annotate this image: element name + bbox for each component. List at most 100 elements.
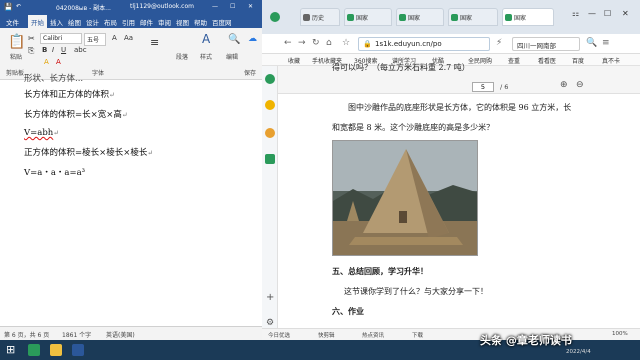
doc-line: V=abh↵: [24, 128, 60, 138]
zoom-out-icon[interactable]: ⊖: [576, 80, 584, 90]
ribbon-tabs: 文件 开始 插入 绘图 设计 布局 引用 邮件 审阅 视图 帮助 百度网: [0, 14, 262, 30]
account-email[interactable]: tlj1129@outlook.com: [130, 3, 194, 10]
word-count: 1861 个字: [62, 332, 92, 339]
home-icon[interactable]: ⌂: [326, 38, 332, 48]
doc-line: 正方体的体积=棱长×棱长×棱长↵: [24, 148, 154, 158]
refresh-icon[interactable]: ↻: [312, 38, 320, 48]
strikethrough-icon[interactable]: abc: [74, 46, 87, 54]
word-window: 💾 ↶ 042008ыв - 副本... tlj1129@outlook.com…: [0, 0, 262, 340]
url-input[interactable]: 🔒 1s1k.eduyun.cn/po: [358, 37, 490, 51]
pdf-line-partial: 得可以吗？（每立方米石料重 2.7 吨）: [332, 63, 470, 72]
font-size-select[interactable]: 五号: [84, 33, 106, 46]
cut-icon[interactable]: ✂: [28, 34, 35, 43]
tab-mailings[interactable]: 邮件: [140, 17, 153, 27]
close-button[interactable]: ✕: [248, 3, 253, 10]
status-item[interactable]: 下载: [412, 331, 423, 339]
doc-line: V=a・a・a=a³: [24, 168, 86, 178]
paste-label: 粘贴: [10, 54, 23, 61]
taskbar-word-icon[interactable]: [72, 344, 84, 356]
search-icon[interactable]: 🔍: [586, 38, 597, 48]
browser-tab[interactable]: 国家: [396, 8, 444, 26]
italic-icon[interactable]: I: [52, 46, 54, 54]
tab-layout[interactable]: 布局: [104, 17, 117, 27]
font-name-select[interactable]: Calibri: [40, 33, 82, 44]
highlight-icon[interactable]: A: [44, 58, 49, 66]
browser-close-button[interactable]: ✕: [622, 9, 629, 18]
browser-tab-bar: 历史 国家 国家 国家 国家 ⚏ — ☐ ✕: [262, 0, 640, 34]
star-icon[interactable]: ☆: [342, 38, 350, 48]
tile-button[interactable]: ⚏: [572, 9, 579, 18]
start-icon[interactable]: ⊞: [6, 343, 15, 356]
sidebar-add-icon[interactable]: +: [266, 292, 274, 303]
sidebar-browser-icon[interactable]: [265, 74, 275, 84]
page-number-input[interactable]: 5: [472, 82, 494, 92]
zoom-level[interactable]: 100%: [612, 331, 628, 337]
underline-icon[interactable]: U: [61, 46, 66, 54]
tab-insert[interactable]: 插入: [50, 17, 63, 27]
find-icon[interactable]: 🔍: [228, 34, 240, 45]
menu-icon[interactable]: ≡: [602, 38, 610, 48]
status-item[interactable]: 快剪辑: [318, 331, 335, 339]
baidu-netdisk-icon[interactable]: ☁: [248, 34, 257, 44]
lightning-icon[interactable]: ⚡: [496, 38, 502, 48]
tab-favicon: [347, 14, 354, 21]
browser-tab[interactable]: 国家: [344, 8, 392, 26]
status-item[interactable]: 热点资讯: [362, 331, 384, 339]
tab-review[interactable]: 审阅: [158, 17, 171, 27]
status-item[interactable]: 今日优选: [268, 331, 290, 339]
maximize-button[interactable]: ☐: [230, 3, 235, 10]
bold-icon[interactable]: B: [42, 46, 47, 54]
editing-label: 编辑: [226, 54, 239, 61]
tab-baidu[interactable]: 百度网: [212, 17, 232, 27]
browser-minimize-button[interactable]: —: [588, 9, 596, 18]
minimize-button[interactable]: —: [212, 3, 218, 10]
browser-sidebar: + ⚙: [262, 66, 278, 340]
language-indicator[interactable]: 英语(美国): [106, 330, 135, 339]
sidebar-weibo-icon[interactable]: [265, 128, 275, 138]
browser-tab[interactable]: 历史: [300, 8, 340, 26]
word-file-title: 042008ыв - 副本...: [56, 5, 111, 12]
sidebar-star-icon[interactable]: [265, 100, 275, 110]
bookmark-item[interactable]: 收藏: [288, 56, 300, 65]
page-total: / 6: [500, 83, 509, 91]
zoom-in-icon[interactable]: ⊕: [560, 80, 568, 90]
autosave-icon[interactable]: 💾: [4, 3, 13, 11]
tab-view[interactable]: 视图: [176, 17, 189, 27]
bookmark-item[interactable]: 看看医: [538, 56, 556, 65]
tab-help[interactable]: 帮助: [194, 17, 207, 27]
tab-draw[interactable]: 绘图: [68, 17, 81, 27]
paragraph-icon[interactable]: ≡: [150, 36, 159, 49]
bookmark-item[interactable]: 百度: [572, 56, 584, 65]
lock-icon: 🔒: [363, 40, 372, 48]
bookmark-item[interactable]: 真不卡: [602, 56, 620, 65]
paste-icon[interactable]: 📋: [8, 34, 25, 50]
bookmark-item[interactable]: 查重: [508, 56, 520, 65]
search-input[interactable]: 四川一网南部: [512, 37, 580, 51]
question-line: 图中沙雕作品的底座形状是长方体，它的体积是 96 立方米，长: [348, 103, 572, 112]
browser-tab[interactable]: 国家: [448, 8, 498, 26]
browser-tab-active[interactable]: 国家: [502, 8, 554, 26]
style-icon[interactable]: A: [202, 32, 210, 46]
grow-font-icon[interactable]: A: [112, 34, 117, 42]
font-color-icon[interactable]: A: [56, 58, 61, 66]
tab-file[interactable]: 文件: [6, 17, 19, 27]
browser-maximize-button[interactable]: ☐: [604, 9, 611, 18]
forward-icon[interactable]: →: [298, 38, 306, 48]
sidebar-note-icon[interactable]: [265, 154, 275, 164]
back-icon[interactable]: ←: [284, 38, 292, 48]
taskbar-explorer-icon[interactable]: [50, 344, 62, 356]
copy-icon[interactable]: ⎘: [28, 46, 34, 56]
word-status-bar: 第 6 页，共 6 页 1861 个字 英语(美国): [0, 326, 262, 340]
tab-favicon: [399, 14, 406, 21]
bookmark-item[interactable]: 全民网购: [468, 56, 492, 65]
taskbar-app-icon[interactable]: [28, 344, 40, 356]
undo-icon[interactable]: ↶: [16, 3, 21, 10]
browser-window: 历史 国家 国家 国家 国家 ⚏ — ☐ ✕ ← → ↻ ⌂ ☆ 🔒 1s1k.e…: [262, 0, 640, 340]
tab-design[interactable]: 设计: [86, 17, 99, 27]
tab-references[interactable]: 引用: [122, 17, 135, 27]
document-area[interactable]: 形状、长方体... 长方体和正方体的体积↵ 长方体的体积=长×宽×高↵ V=ab…: [0, 74, 262, 326]
clipboard-group-label: 剪贴板: [6, 70, 25, 77]
page-count: 第 6 页，共 6 页: [4, 332, 50, 339]
sidebar-settings-icon[interactable]: ⚙: [266, 318, 274, 328]
change-case-icon[interactable]: Aa: [124, 34, 133, 42]
